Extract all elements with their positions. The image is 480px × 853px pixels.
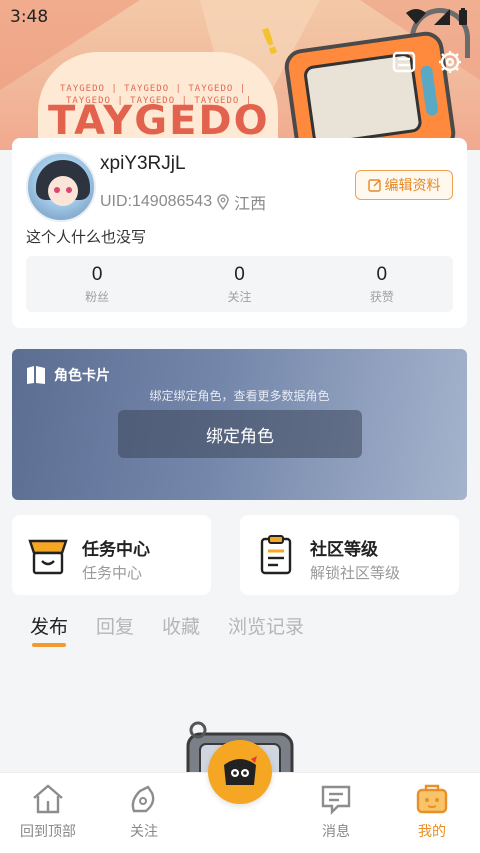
edit-profile-label: 编辑资料 <box>384 178 441 194</box>
stat-label: 关注 <box>227 289 252 304</box>
banner-brand-small: TAYGEDO | TAYGEDO | TAYGEDO | <box>60 84 247 94</box>
bind-character-button[interactable]: 绑定角色 <box>118 410 362 458</box>
wifi-icon <box>406 9 426 24</box>
avatar[interactable] <box>26 152 96 222</box>
character-card-subtitle: 绑定绑定角色，查看更多数据角色 <box>149 389 330 403</box>
community-level-subtitle: 解锁社区等级 <box>310 564 401 582</box>
nav-label: 我的 <box>418 824 446 840</box>
stat-followers[interactable]: 0 粉丝 <box>26 256 168 312</box>
content-tabs: 发布 回复 收藏 浏览记录 <box>30 612 304 647</box>
stat-number: 0 <box>91 263 103 285</box>
uid-text: UID:149086543 <box>100 193 213 210</box>
stat-likes[interactable]: 0 获赞 <box>311 256 453 312</box>
stat-number: 0 <box>376 263 388 285</box>
nav-messages[interactable]: 消息 <box>288 773 384 853</box>
shop-icon <box>28 539 68 575</box>
header-actions <box>388 46 466 78</box>
community-level-title: 社区等级 <box>310 540 378 560</box>
tab-posts[interactable]: 发布 <box>30 612 68 647</box>
task-center-title: 任务中心 <box>82 540 150 560</box>
nav-back-to-top[interactable]: 回到顶部 <box>0 773 96 853</box>
stat-label: 获赞 <box>369 289 394 304</box>
scan-icon <box>392 51 416 73</box>
location-text: 江西 <box>234 196 267 213</box>
clipboard-icon <box>260 535 292 575</box>
bio-text: 这个人什么也没写 <box>26 228 147 246</box>
gear-icon <box>439 51 461 73</box>
nav-label: 回到顶部 <box>20 824 76 840</box>
card-book-icon <box>27 366 45 384</box>
nav-label: 消息 <box>322 824 350 840</box>
message-icon <box>321 785 351 815</box>
stat-label: 粉丝 <box>85 289 110 304</box>
nav-mine[interactable]: 我的 <box>384 773 480 853</box>
stats-bar: 0 粉丝 0 关注 0 获赞 <box>26 256 453 312</box>
signal-icon <box>434 9 450 25</box>
community-level-card[interactable]: 社区等级 解锁社区等级 <box>240 515 459 595</box>
center-mascot-icon <box>224 756 257 785</box>
task-center-subtitle: 任务中心 <box>82 564 143 582</box>
settings-button[interactable] <box>434 46 466 78</box>
nav-follow[interactable]: 关注 <box>96 773 192 853</box>
tab-favorites[interactable]: 收藏 <box>162 612 200 647</box>
status-bar: 3:48 <box>0 0 480 34</box>
location-pin-icon <box>217 194 229 210</box>
stat-following[interactable]: 0 关注 <box>168 256 310 312</box>
character-card: 角色卡片 绑定绑定角色，查看更多数据角色 绑定角色 <box>12 349 467 500</box>
character-card-label: 角色卡片 <box>54 368 110 384</box>
character-card-title: 角色卡片 <box>26 365 110 385</box>
profile-card: xpiY3RJjL UID:149086543 江西 编辑资料 这个人什么也没写… <box>12 138 467 328</box>
follow-icon <box>131 785 155 813</box>
nav-label: 关注 <box>130 824 158 840</box>
center-mascot-button[interactable] <box>208 740 272 804</box>
edit-profile-button[interactable]: 编辑资料 <box>355 170 453 200</box>
home-icon <box>33 784 63 814</box>
edit-icon <box>367 179 381 192</box>
status-time: 3:48 <box>10 7 49 27</box>
battery-icon <box>459 8 467 25</box>
tab-history[interactable]: 浏览记录 <box>228 612 304 647</box>
uid-row: UID:149086543 江西 <box>100 190 266 214</box>
task-center-card[interactable]: 任务中心 任务中心 <box>12 515 211 595</box>
profile-icon <box>416 784 448 814</box>
username: xpiY3RJjL <box>100 153 186 174</box>
stat-number: 0 <box>234 263 245 285</box>
scan-button[interactable] <box>388 46 420 78</box>
tab-replies[interactable]: 回复 <box>96 612 134 647</box>
